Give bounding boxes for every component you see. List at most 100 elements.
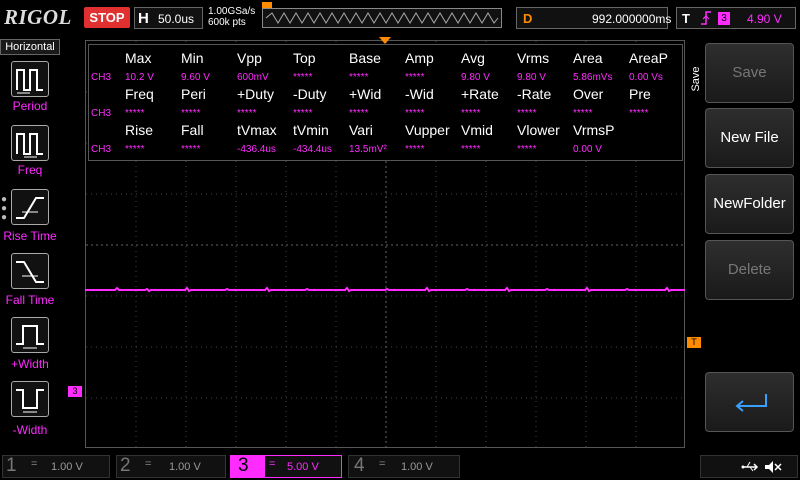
measurement-table: Max Min Vpp Top Base Amp Avg Vrms Area A…	[88, 44, 683, 161]
rise-time-button[interactable]	[11, 189, 49, 225]
meas-value: 5.86mVs	[573, 72, 613, 83]
channel-3-indicator[interactable]: 3 = 5.00 V	[230, 455, 342, 478]
meas-value: *****	[461, 144, 481, 155]
meas-value: 9.60 V	[181, 72, 210, 83]
meas-header: tVmin	[293, 122, 329, 138]
period-label: Period	[12, 99, 48, 113]
fall-time-label: Fall Time	[5, 293, 55, 307]
speaker-muted-icon[interactable]	[763, 459, 783, 480]
meas-header: Base	[349, 50, 381, 66]
freq-label: Freq	[17, 163, 43, 177]
meas-value: *****	[461, 108, 481, 119]
meas-value: *****	[405, 72, 425, 83]
meas-value: 9.80 V	[461, 72, 490, 83]
dc-coupling-icon: =	[145, 458, 152, 470]
rise-time-label: Rise Time	[3, 229, 57, 243]
meas-header: Freq	[125, 86, 154, 102]
positive-width-label: +Width	[11, 357, 49, 371]
left-measure-menu: Horizontal Period Freq ● ● ● Rise Time Fal…	[0, 37, 60, 450]
meas-value: *****	[517, 108, 537, 119]
negative-width-label: -Width	[12, 423, 48, 437]
meas-value: *****	[181, 108, 201, 119]
meas-header: Pre	[629, 86, 651, 102]
meas-header: Over	[573, 86, 604, 102]
channel-1-indicator[interactable]: 1 = 1.00 V	[2, 455, 110, 478]
ch3-ground-marker[interactable]: 3	[68, 386, 82, 397]
save-menu-title: Save	[688, 55, 704, 105]
meas-value: *****	[629, 108, 649, 119]
positive-width-button[interactable]	[11, 317, 49, 353]
negative-width-button[interactable]	[11, 381, 49, 417]
channel-3-number: 3	[238, 455, 249, 476]
meas-value: *****	[405, 144, 425, 155]
channel-2-number: 2	[120, 455, 131, 476]
save-button-label: Save	[732, 64, 767, 81]
menu-page-dots: ● ● ●	[1, 194, 8, 223]
meas-value: *****	[181, 144, 201, 155]
rising-edge-icon	[700, 10, 712, 29]
fall-time-button[interactable]	[11, 253, 49, 289]
meas-header: +Wid	[349, 86, 382, 102]
meas-channel: CH3	[91, 72, 112, 83]
meas-header: -Duty	[293, 86, 327, 102]
new-folder-label: NewFolder	[713, 195, 786, 212]
meas-value: 0.00 Vs	[629, 72, 663, 83]
channel-3-scale: 5.00 V	[287, 461, 319, 473]
meas-header: Vari	[349, 122, 373, 138]
trigger-box[interactable]: T 3 4.90 V	[676, 7, 796, 29]
meas-header: Vmid	[461, 122, 493, 138]
delay-box[interactable]: D 992.000000ms	[516, 7, 671, 29]
freq-button[interactable]	[11, 125, 49, 161]
trigger-level-marker[interactable]: T	[687, 337, 701, 348]
frequency-icon	[16, 133, 43, 158]
dc-coupling-icon: =	[269, 458, 276, 470]
meas-value: *****	[293, 72, 313, 83]
meas-header: Area	[573, 50, 603, 66]
meas-header: AreaP	[629, 50, 668, 66]
meas-value: *****	[125, 108, 145, 119]
meas-header: -Rate	[517, 86, 552, 102]
meas-header: VrmsP	[573, 122, 615, 138]
meas-header: Top	[293, 50, 316, 66]
positive-width-icon	[16, 325, 44, 349]
meas-header: Peri	[181, 86, 206, 102]
meas-header: Vlower	[517, 122, 560, 138]
channel-1-scale: 1.00 V	[51, 461, 83, 473]
meas-value: 9.80 V	[517, 72, 546, 83]
timebase-value: 50.0us	[158, 12, 195, 26]
timebase-box[interactable]: H 50.0us	[134, 7, 203, 29]
meas-header: Avg	[461, 50, 485, 66]
channel-4-indicator[interactable]: 4 = 1.00 V	[348, 455, 460, 478]
meas-header: Vupper	[405, 122, 450, 138]
channel-4-number: 4	[354, 455, 365, 476]
save-menu-title-text: Save	[690, 66, 702, 92]
return-button[interactable]	[705, 372, 794, 432]
meas-value: *****	[237, 108, 257, 119]
dc-coupling-icon: =	[379, 458, 386, 470]
meas-value: 10.2 V	[125, 72, 154, 83]
delete-button[interactable]: Delete	[705, 240, 794, 300]
ch3-waveform-trace	[85, 286, 685, 293]
meas-value: 0.00 V	[573, 144, 602, 155]
save-button[interactable]: Save	[705, 43, 794, 103]
top-status-bar: RIGOL STOP H 50.0us 1.00GSa/s 600k pts D…	[0, 0, 800, 36]
meas-value: *****	[405, 108, 425, 119]
meas-value: -436.4us	[237, 144, 276, 155]
period-button[interactable]	[11, 61, 49, 97]
meas-header: Rise	[125, 122, 154, 138]
meas-value: *****	[573, 108, 593, 119]
system-status	[700, 455, 798, 478]
delay-label: D	[523, 11, 533, 26]
meas-header: Max	[125, 50, 152, 66]
run-stop-indicator[interactable]: STOP	[84, 7, 130, 28]
meas-header: -Wid	[405, 86, 434, 102]
new-folder-button[interactable]: NewFolder	[705, 174, 794, 234]
channel-2-indicator[interactable]: 2 = 1.00 V	[116, 455, 226, 478]
meas-header: Vpp	[237, 50, 262, 66]
new-file-button[interactable]: New File	[705, 108, 794, 168]
fall-time-icon	[16, 261, 44, 283]
trigger-label: T	[682, 11, 690, 26]
channel-4-scale: 1.00 V	[401, 461, 433, 473]
delete-label: Delete	[727, 261, 772, 278]
period-icon	[16, 69, 43, 94]
